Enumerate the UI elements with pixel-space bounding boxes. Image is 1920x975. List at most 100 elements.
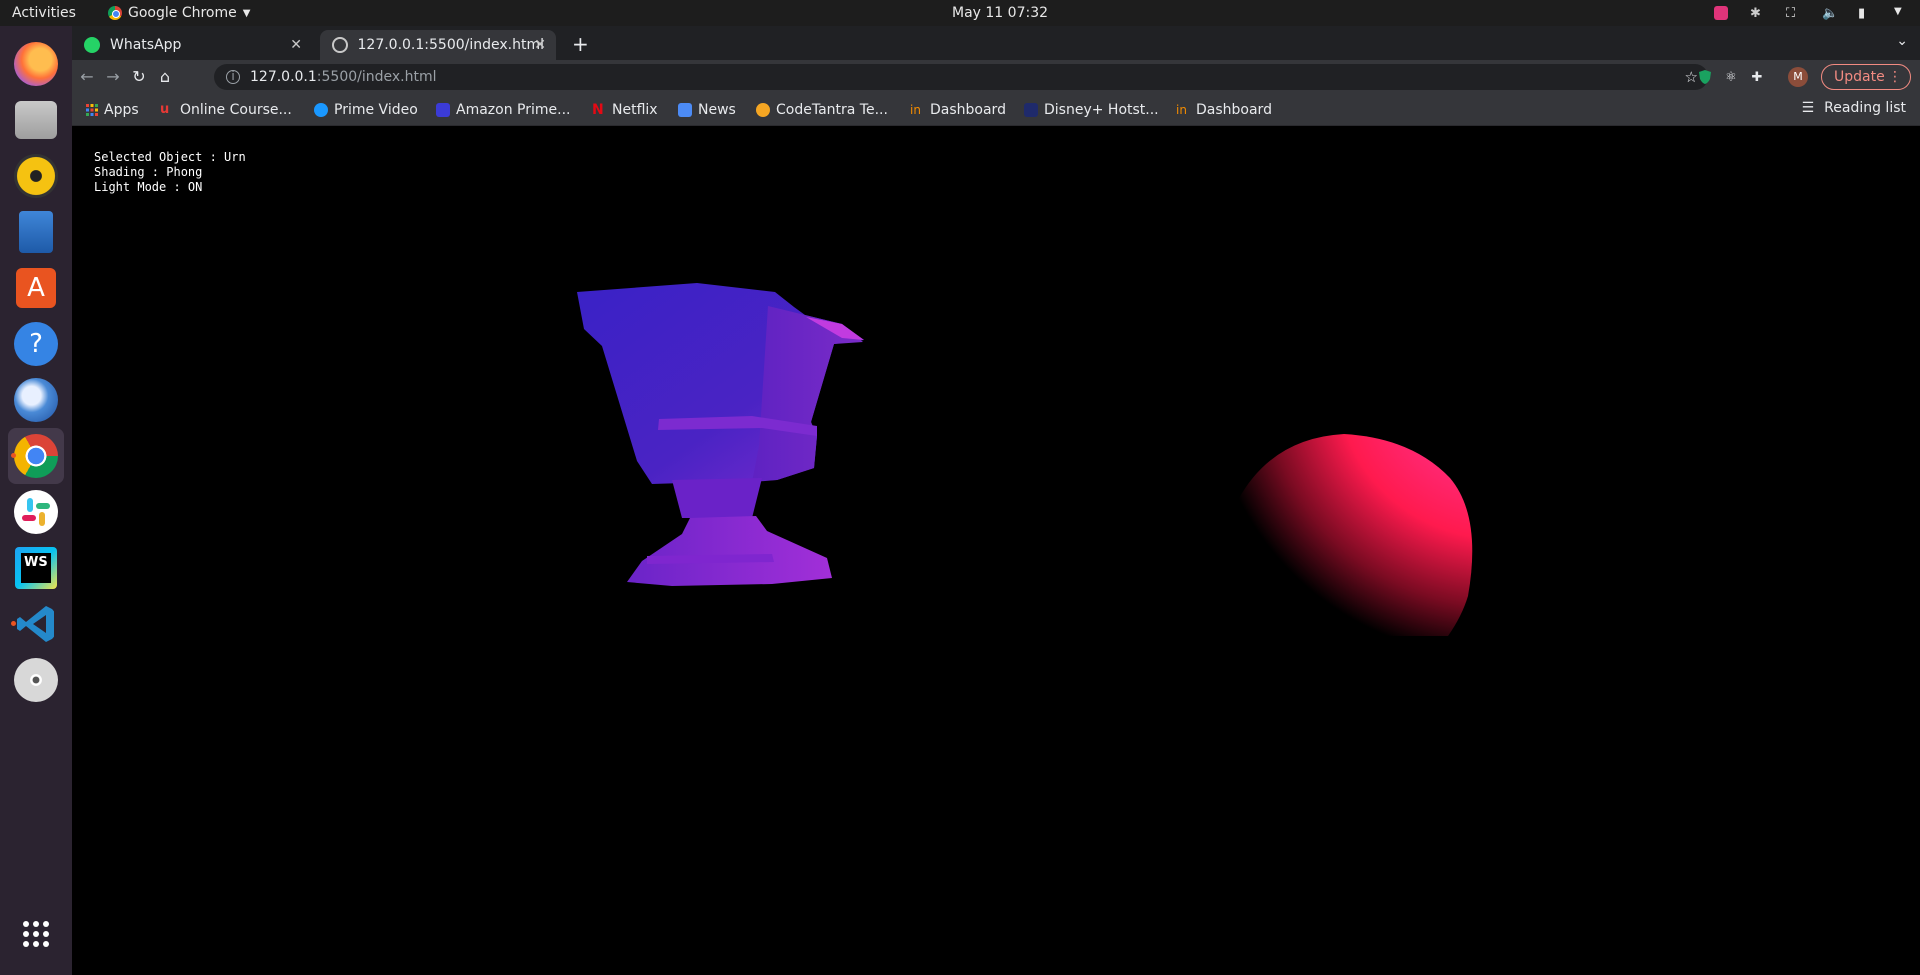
webstorm-icon: WS	[15, 547, 57, 589]
home-icon[interactable]: ⌂	[154, 66, 176, 88]
dock-firefox[interactable]	[8, 36, 64, 92]
bookmark-prime-video[interactable]: Prime Video	[314, 100, 418, 120]
bookmarks-bar: Apps u Online Course... Prime Video Amaz…	[72, 94, 1920, 126]
new-tab-button[interactable]: +	[572, 32, 589, 56]
slack-icon	[14, 490, 58, 534]
reading-list-label: Reading list	[1824, 100, 1906, 116]
bookmark-online-course[interactable]: u Online Course...	[160, 100, 292, 120]
globe-icon	[332, 37, 348, 53]
reading-list-icon: ☰	[1801, 100, 1815, 116]
back-arrow-icon[interactable]: ←	[76, 66, 98, 88]
dock-help[interactable]: ?	[8, 316, 64, 372]
slack-tray-icon[interactable]: ✱	[1750, 6, 1764, 21]
sphere-mesh	[1238, 434, 1473, 636]
dvd-icon	[14, 658, 58, 702]
rhythmbox-icon	[14, 154, 58, 198]
app-indicator-icon[interactable]	[1714, 6, 1728, 20]
dock-vscode[interactable]	[8, 596, 64, 652]
dock: A ? WS	[0, 26, 72, 975]
puzzle-extensions-icon[interactable]: ✚	[1748, 68, 1766, 86]
bookmark-label: Dashboard	[930, 102, 1006, 118]
volume-icon[interactable]: 🔈	[1822, 6, 1838, 21]
show-applications[interactable]	[8, 906, 64, 962]
hotstar-icon	[1024, 103, 1038, 117]
bookmark-codetantra[interactable]: CodeTantra Te...	[756, 100, 888, 120]
bookmark-dashboard-2[interactable]: in Dashboard	[1176, 100, 1272, 120]
tab-title: WhatsApp	[110, 37, 182, 53]
bookmark-disney-hotstar[interactable]: Disney+ Hotst...	[1024, 100, 1159, 120]
whatsapp-icon	[84, 37, 100, 53]
dock-software[interactable]: A	[8, 260, 64, 316]
info-icon[interactable]: i	[226, 70, 240, 84]
vscode-icon	[17, 606, 54, 642]
reading-list-button[interactable]: ☰ Reading list	[1802, 100, 1906, 116]
system-tray[interactable]: ✱ ⛶ 🔈 ▮ ▼	[1714, 6, 1908, 21]
software-center-icon: A	[16, 268, 56, 308]
bookmark-netflix[interactable]: N Netflix	[592, 100, 658, 120]
battery-icon[interactable]: ▮	[1858, 6, 1872, 21]
dock-webstorm[interactable]: WS	[8, 540, 64, 596]
tab-search-chevron-icon[interactable]: ⌄	[1896, 33, 1908, 49]
dock-chrome[interactable]	[8, 428, 64, 484]
bookmark-label: Apps	[104, 102, 139, 118]
reload-icon[interactable]: ↻	[128, 66, 150, 88]
chrome-icon	[108, 6, 122, 20]
close-icon[interactable]: ✕	[290, 37, 302, 53]
thunderbird-icon	[14, 378, 58, 422]
dock-files[interactable]	[8, 92, 64, 148]
update-label: Update	[1834, 69, 1885, 85]
url-path: :5500/index.html	[316, 69, 437, 85]
bookmark-label: Amazon Prime...	[456, 102, 571, 118]
power-menu-icon[interactable]: ▼	[1894, 6, 1908, 20]
dock-slack[interactable]	[8, 484, 64, 540]
tab-localhost[interactable]: 127.0.0.1:5500/index.html ✕	[320, 30, 556, 60]
udemy-icon: u	[160, 102, 170, 117]
app-menu[interactable]: Google Chrome ▼	[108, 5, 250, 21]
running-indicator	[11, 453, 16, 458]
bookmark-label: News	[698, 102, 736, 118]
invision-icon: in	[1176, 103, 1187, 117]
bookmark-apps[interactable]: Apps	[86, 100, 139, 120]
close-icon[interactable]: ✕	[534, 37, 546, 53]
bookmark-news[interactable]: News	[678, 100, 736, 120]
webgl-canvas[interactable]: Selected Object : Urn Shading : Phong Ligh…	[72, 126, 1920, 975]
bookmark-label: Netflix	[612, 102, 658, 118]
google-news-icon	[678, 103, 692, 117]
dock-thunderbird[interactable]	[8, 372, 64, 428]
help-icon: ?	[14, 322, 58, 366]
forward-arrow-icon[interactable]: →	[102, 66, 124, 88]
chrome-window: WhatsApp ✕ 127.0.0.1:5500/index.html ✕ +…	[72, 26, 1920, 975]
running-indicator	[11, 621, 16, 626]
netflix-icon: N	[592, 102, 604, 118]
bookmark-label: Prime Video	[334, 102, 418, 118]
invision-icon: in	[910, 103, 921, 117]
caret-down-icon: ▼	[242, 7, 251, 19]
profile-avatar[interactable]: M	[1788, 67, 1808, 87]
react-extension-icon[interactable]: ⚛	[1722, 68, 1740, 86]
shield-extension-icon[interactable]	[1696, 68, 1714, 86]
url-host: 127.0.0.1	[250, 69, 317, 85]
bookmark-label: Disney+ Hotst...	[1044, 102, 1159, 118]
codetantra-icon	[756, 103, 770, 117]
tab-whatsapp[interactable]: WhatsApp ✕	[72, 30, 312, 60]
network-icon[interactable]: ⛶	[1786, 6, 1800, 21]
apps-grid-icon	[86, 104, 98, 116]
firefox-icon	[14, 42, 58, 86]
dock-dvd[interactable]	[8, 652, 64, 708]
writer-icon	[19, 211, 53, 253]
update-button[interactable]: Update ⋮	[1821, 64, 1911, 90]
bookmark-amazon-prime[interactable]: Amazon Prime...	[436, 100, 570, 120]
clock[interactable]: May 11 07:32	[952, 5, 1048, 21]
address-bar[interactable]: i 127.0.0.1 :5500/index.html ☆	[214, 64, 1708, 90]
bookmark-label: CodeTantra Te...	[776, 102, 888, 118]
urn-mesh	[577, 283, 864, 586]
bookmark-dashboard-1[interactable]: in Dashboard	[910, 100, 1006, 120]
activities-button[interactable]: Activities	[12, 5, 76, 21]
browser-toolbar: ← → ↻ ⌂ i 127.0.0.1 :5500/index.html ☆ ⚛…	[72, 60, 1920, 94]
dock-rhythmbox[interactable]	[8, 148, 64, 204]
chrome-icon	[14, 434, 58, 478]
dock-writer[interactable]	[8, 204, 64, 260]
scene-render	[577, 283, 1473, 636]
tab-strip: WhatsApp ✕ 127.0.0.1:5500/index.html ✕ +…	[72, 26, 1920, 60]
app-menu-label: Google Chrome	[128, 5, 237, 21]
